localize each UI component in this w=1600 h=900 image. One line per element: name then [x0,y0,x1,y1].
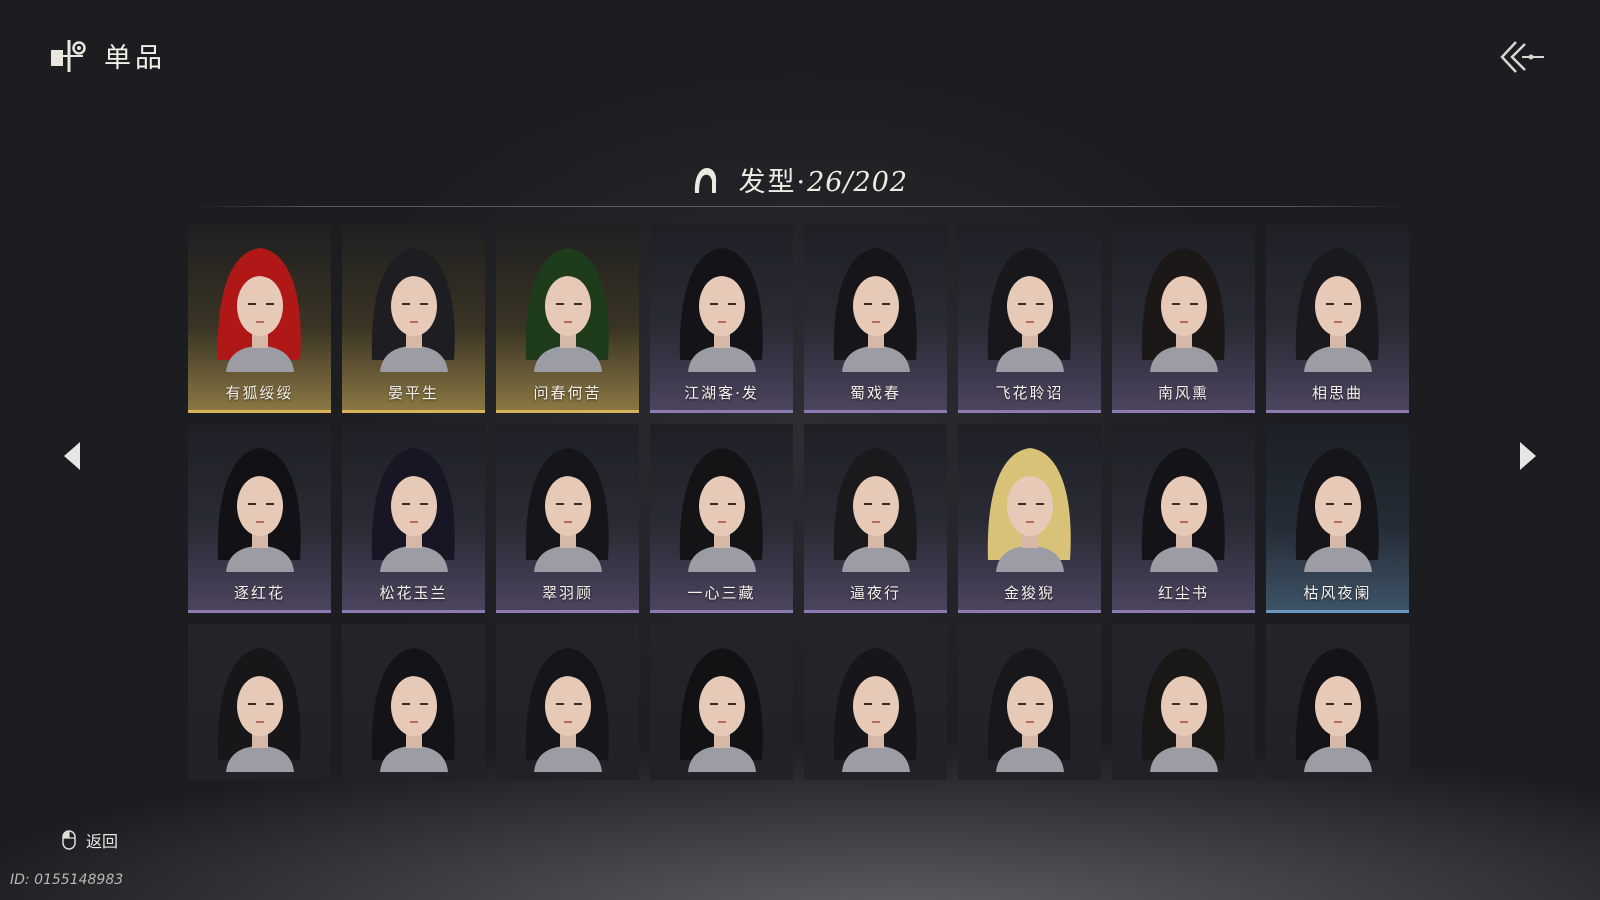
title-divider [196,206,1404,207]
hairstyle-card[interactable]: 相思曲 [1266,224,1409,413]
hairstyle-card[interactable] [496,624,639,780]
hairstyle-portrait [987,648,1071,772]
hairstyle-name: 红尘书 [1157,584,1209,602]
page-header: 单品 [48,34,166,76]
hairstyle-portrait [217,648,301,772]
hairstyle-name: 逐红花 [233,584,285,602]
hairstyle-name: 一心三藏 [687,584,756,602]
hairstyle-name: 晏平生 [387,384,439,402]
hairstyle-name: 逼夜行 [849,584,901,602]
back-button[interactable]: 返回 [62,828,118,852]
player-id: ID: 0155148983 [10,872,124,888]
hairstyle-portrait [1141,648,1225,772]
hairstyle-portrait [217,248,301,372]
hairstyle-name: 枯风夜阑 [1303,584,1372,602]
unlock-count: 26/202 [807,167,909,198]
hairstyle-card[interactable]: 南风熏 [1112,224,1255,413]
hairstyle-card[interactable]: 一心三藏 [650,424,793,613]
hairstyle-card[interactable]: 金狻猊 [958,424,1101,613]
hairstyle-portrait [987,448,1071,572]
hairstyle-name: 相思曲 [1311,384,1363,402]
hairstyle-name: 问春何苦 [533,384,602,402]
double-chevron-left-icon[interactable] [1498,38,1546,76]
hairstyle-portrait [525,248,609,372]
hairstyle-grid: 有狐绥绥 晏平生 问春何苦 江湖客·发 蜀戏春 飞花聆诏 南风熏 相思曲逐红花 松花玉兰 翠羽顾 一… [188,224,1409,780]
hairstyle-portrait [1295,248,1379,372]
hairstyle-card[interactable]: 晏平生 [342,224,485,413]
hairstyle-card[interactable] [650,624,793,780]
hairstyle-icon [694,168,717,193]
hairstyle-card[interactable]: 红尘书 [1112,424,1255,613]
hairstyle-card[interactable]: 飞花聆诏 [958,224,1101,413]
hairstyle-portrait [679,448,763,572]
caret-left-icon[interactable] [58,438,88,474]
hairstyle-portrait [1141,248,1225,372]
section-title: 发型·26/202 [0,160,1600,199]
hairstyle-name: 翠羽顾 [541,584,593,602]
hairstyle-card[interactable]: 松花玉兰 [342,424,485,613]
hairstyle-card[interactable]: 问春何苦 [496,224,639,413]
section-label: 发型 [738,167,797,198]
hairstyle-portrait [1141,448,1225,572]
mouse-icon [62,830,76,850]
hairstyle-name: 飞花聆诏 [995,384,1064,402]
hairstyle-portrait [833,248,917,372]
hairstyle-portrait [1295,448,1379,572]
hairstyle-name: 南风熏 [1157,384,1209,402]
hairstyle-card[interactable] [1112,624,1255,780]
caret-right-icon[interactable] [1512,438,1542,474]
collection-icon [51,40,86,72]
hairstyle-card[interactable]: 逼夜行 [804,424,947,613]
page-title: 单品 [104,42,166,74]
hairstyle-card[interactable] [804,624,947,780]
hairstyle-portrait [371,448,455,572]
hairstyle-card[interactable]: 江湖客·发 [650,224,793,413]
hairstyle-card[interactable] [188,624,331,780]
hairstyle-portrait [833,648,917,772]
hairstyle-name: 金狻猊 [1003,584,1055,602]
back-label: 返回 [86,832,119,851]
hairstyle-portrait [217,448,301,572]
hairstyle-portrait [525,448,609,572]
hairstyle-portrait [679,248,763,372]
hairstyle-portrait [1295,648,1379,772]
hairstyle-portrait [679,648,763,772]
hairstyle-name: 江湖客·发 [684,384,759,402]
hairstyle-card[interactable]: 翠羽顾 [496,424,639,613]
hairstyle-card[interactable]: 逐红花 [188,424,331,613]
hairstyle-portrait [371,248,455,372]
section-separator: · [796,167,808,198]
hairstyle-name: 有狐绥绥 [225,384,294,402]
hairstyle-portrait [987,248,1071,372]
hairstyle-portrait [525,648,609,772]
hairstyle-card[interactable] [342,624,485,780]
hairstyle-name: 松花玉兰 [379,584,448,602]
hairstyle-name: 蜀戏春 [849,384,901,402]
hairstyle-card[interactable]: 有狐绥绥 [188,224,331,413]
hairstyle-portrait [371,648,455,772]
hairstyle-card[interactable]: 蜀戏春 [804,224,947,413]
hairstyle-card[interactable]: 枯风夜阑 [1266,424,1409,613]
hairstyle-portrait [833,448,917,572]
hairstyle-card[interactable] [1266,624,1409,780]
hairstyle-card[interactable] [958,624,1101,780]
